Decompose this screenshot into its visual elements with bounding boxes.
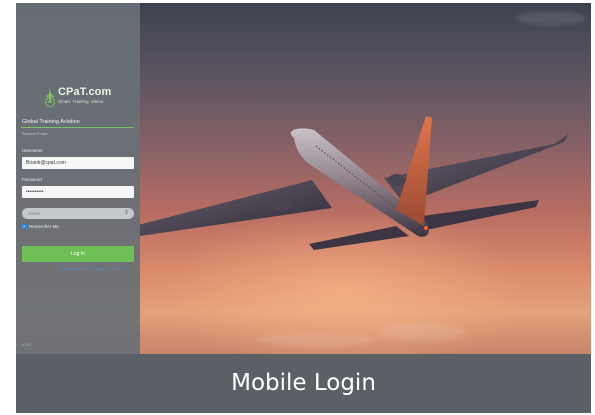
cloud — [516, 11, 586, 25]
footer-links: Forgot Password Register Help — [60, 267, 127, 271]
airplane-engine — [388, 174, 406, 186]
remember-me-label: Remember Me — [29, 224, 59, 229]
portal-sub-label: Student Portal — [22, 131, 48, 136]
cloud — [256, 333, 376, 347]
register-link[interactable]: Register — [93, 267, 106, 271]
airplane-beacon-light — [424, 226, 428, 230]
login-panel: CPaT.com Smart. Training. Vision. Global… — [16, 3, 140, 354]
brand-tagline: Smart. Training. Vision. — [58, 99, 105, 104]
chevron-updown-icon: ⇕ — [123, 210, 129, 216]
cloud — [376, 323, 466, 341]
forgot-password-link[interactable]: Forgot Password — [60, 267, 86, 271]
brand-logo: CPaT.com Smart. Training. Vision. — [44, 86, 124, 108]
help-link[interactable]: Help — [113, 267, 120, 271]
login-button[interactable]: Log In — [22, 246, 134, 262]
password-label: Password — [22, 177, 42, 182]
airplane-tailplane-right — [422, 200, 539, 230]
airline-select[interactable]: Airline ⇕ — [22, 208, 134, 219]
remember-me-checkbox[interactable]: ✓ — [22, 224, 27, 229]
airplane-left-wing — [134, 180, 332, 236]
username-input[interactable] — [22, 157, 134, 169]
caption-title: Mobile Login — [231, 370, 376, 396]
password-input[interactable] — [22, 186, 134, 198]
divider — [21, 127, 134, 128]
airplane-tail-fin — [396, 116, 432, 226]
username-label: Username — [22, 148, 43, 153]
airline-select-value: Airline — [28, 210, 41, 216]
caption-bar: Mobile Login — [16, 354, 591, 413]
airplane-tailplane-left — [309, 226, 409, 250]
plane-up-icon — [45, 88, 55, 107]
airplane-image — [134, 116, 569, 250]
version-label: v. 1.0 — [22, 343, 31, 347]
brand-name: CPaT.com — [58, 86, 112, 98]
airplane-engine — [272, 197, 292, 211]
screenshot-frame: CPaT.com Smart. Training. Vision. Global… — [16, 3, 591, 413]
organization-name: Global Training Aviation — [22, 119, 80, 125]
